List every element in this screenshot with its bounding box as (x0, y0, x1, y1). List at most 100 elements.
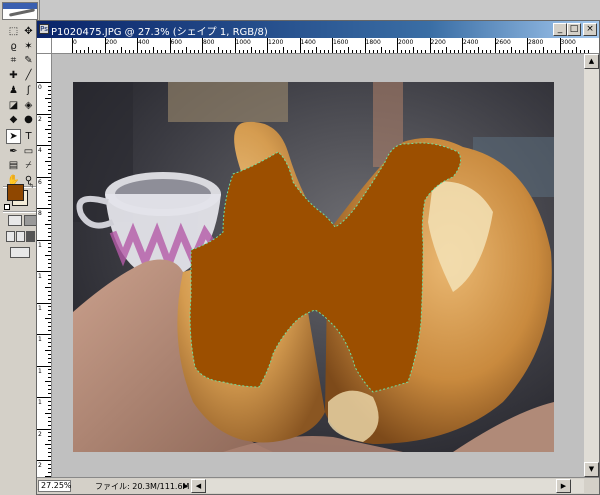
ruler-tick (307, 50, 309, 53)
ruler-tick (234, 38, 236, 53)
type-tool-icon[interactable]: T (21, 129, 36, 144)
scroll-down-button[interactable]: ▼ (584, 462, 599, 477)
dodge-tool-icon[interactable]: ● (21, 112, 36, 127)
ruler-tick (145, 50, 147, 53)
ruler-tick (48, 416, 51, 418)
paint-bucket-icon[interactable]: ◈ (21, 98, 36, 113)
ruler-tick (48, 109, 51, 111)
ruler-tick (45, 160, 51, 162)
ruler-tick (502, 50, 504, 53)
scroll-right-button[interactable]: ▶ (556, 479, 571, 493)
ruler-tick (37, 397, 51, 398)
ruler-label: 800 (203, 39, 215, 46)
close-button[interactable]: × (583, 23, 597, 36)
crop-tool-icon[interactable]: ⌗ (6, 53, 21, 68)
ruler-tick (45, 412, 51, 414)
ruler-tick (332, 38, 333, 53)
ruler-tick (486, 50, 488, 53)
scroll-up-button[interactable]: ▲ (584, 54, 599, 69)
ruler-tick (193, 50, 195, 53)
ruler-tick (388, 50, 390, 53)
screen-mode-full-icon[interactable] (26, 231, 35, 242)
ruler-label: 200 (105, 39, 117, 46)
ruler-tick (108, 50, 110, 53)
canvas-workspace[interactable] (52, 54, 584, 477)
path-selection-icon[interactable]: ➤ (6, 129, 21, 144)
ruler-tick (429, 38, 431, 53)
slice-tool-icon[interactable]: ✎ (21, 53, 36, 68)
ruler-tick (48, 306, 51, 308)
minimize-button[interactable]: _ (553, 23, 567, 36)
jump-to-imageready-icon[interactable] (10, 247, 30, 258)
notes-tool-icon[interactable]: ▤ (6, 158, 21, 173)
history-brush-icon[interactable]: ʃ (21, 83, 36, 98)
ruler-tick (218, 47, 220, 53)
ruler-tick (48, 152, 51, 154)
shape-tool-icon[interactable]: ▭ (21, 144, 36, 159)
ruler-label: 2200 (430, 39, 446, 46)
ruler-tick (230, 50, 232, 53)
ruler-label: 3000 (560, 39, 576, 46)
brush-tool-icon[interactable]: ╱ (21, 68, 36, 83)
ruler-tick (453, 50, 455, 53)
toolbox-header-logo[interactable] (2, 2, 38, 20)
ruler-tick (279, 50, 281, 53)
screen-mode-full-menu-icon[interactable] (16, 231, 25, 242)
ruler-tick (48, 133, 51, 135)
ruler-label: 1600 (333, 39, 349, 46)
maximize-button[interactable]: □ (567, 23, 581, 36)
healing-brush-icon[interactable]: ✚ (6, 68, 21, 83)
title-bar[interactable]: Ps P1020475.JPG @ 27.3% (シェイプ 1, RGB/8) … (37, 21, 599, 38)
ruler-tick (457, 50, 459, 53)
ruler-label: 2000 (398, 39, 414, 46)
ruler-tick (48, 105, 51, 107)
ruler-tick (242, 50, 244, 53)
ruler-tick (76, 50, 78, 53)
move-tool-icon[interactable]: ✥ (21, 24, 36, 39)
marquee-tool-icon[interactable]: ⬚ (6, 24, 21, 39)
ruler-tick (48, 215, 51, 217)
ruler-tick (45, 381, 51, 383)
default-colors-icon[interactable] (4, 204, 10, 210)
photo-canvas[interactable] (73, 82, 554, 452)
toolbox: ⬚ ✥ ϱ ✶ ⌗ ✎ ✚ ╱ ♟ ʃ ◪ ◈ ◆ ● ➤ T ✒ ▭ ▤ ⌿ ✋ ⚲ ↰ (0, 0, 40, 495)
vertical-ruler[interactable]: 0 2 4 6 8 1 1 1 1 1 1 2 2 (37, 54, 52, 477)
ruler-tick (48, 294, 51, 296)
ruler-tick (48, 93, 51, 95)
zoom-level-field[interactable]: 27.25% (38, 480, 72, 492)
ruler-tick (37, 271, 51, 272)
eraser-tool-icon[interactable]: ◪ (6, 98, 21, 113)
vertical-scrollbar[interactable]: ▲ ▼ (584, 54, 599, 477)
horizontal-ruler[interactable]: 0 200 400 600 800 1000 1200 1400 1600 1800 2000 220… (52, 38, 599, 54)
ruler-tick (344, 50, 346, 53)
swap-colors-icon[interactable]: ↰ (28, 182, 34, 190)
status-menu-arrow-icon[interactable]: ▶ (183, 482, 188, 490)
ruler-tick (48, 471, 51, 473)
magic-wand-icon[interactable]: ✶ (21, 39, 36, 54)
ruler-tick (531, 50, 533, 53)
ruler-tick (48, 467, 51, 469)
foreground-color-swatch[interactable] (7, 184, 24, 201)
ruler-tick (48, 400, 51, 402)
ruler-tick (48, 117, 51, 119)
horizontal-scrollbar[interactable]: ◀ ▶ (191, 479, 584, 493)
screen-mode-standard-icon[interactable] (6, 231, 15, 242)
ruler-tick (48, 341, 51, 343)
blur-tool-icon[interactable]: ◆ (6, 112, 21, 127)
ruler-tick (45, 349, 51, 351)
ruler-tick (372, 50, 374, 53)
ruler-tick (543, 47, 545, 53)
pen-tool-icon[interactable]: ✒ (6, 144, 21, 159)
ruler-tick (551, 50, 553, 53)
ruler-tick (547, 50, 549, 53)
ruler-tick (185, 47, 187, 53)
lasso-tool-icon[interactable]: ϱ (6, 39, 21, 54)
standard-mode-icon[interactable] (8, 215, 22, 226)
ruler-origin[interactable] (37, 38, 52, 54)
eyedropper-icon[interactable]: ⌿ (21, 158, 36, 173)
ruler-tick (421, 50, 423, 53)
scroll-left-button[interactable]: ◀ (191, 479, 206, 493)
ruler-tick (271, 50, 273, 53)
ruler-label: 1 (38, 273, 42, 280)
clone-stamp-icon[interactable]: ♟ (6, 83, 21, 98)
